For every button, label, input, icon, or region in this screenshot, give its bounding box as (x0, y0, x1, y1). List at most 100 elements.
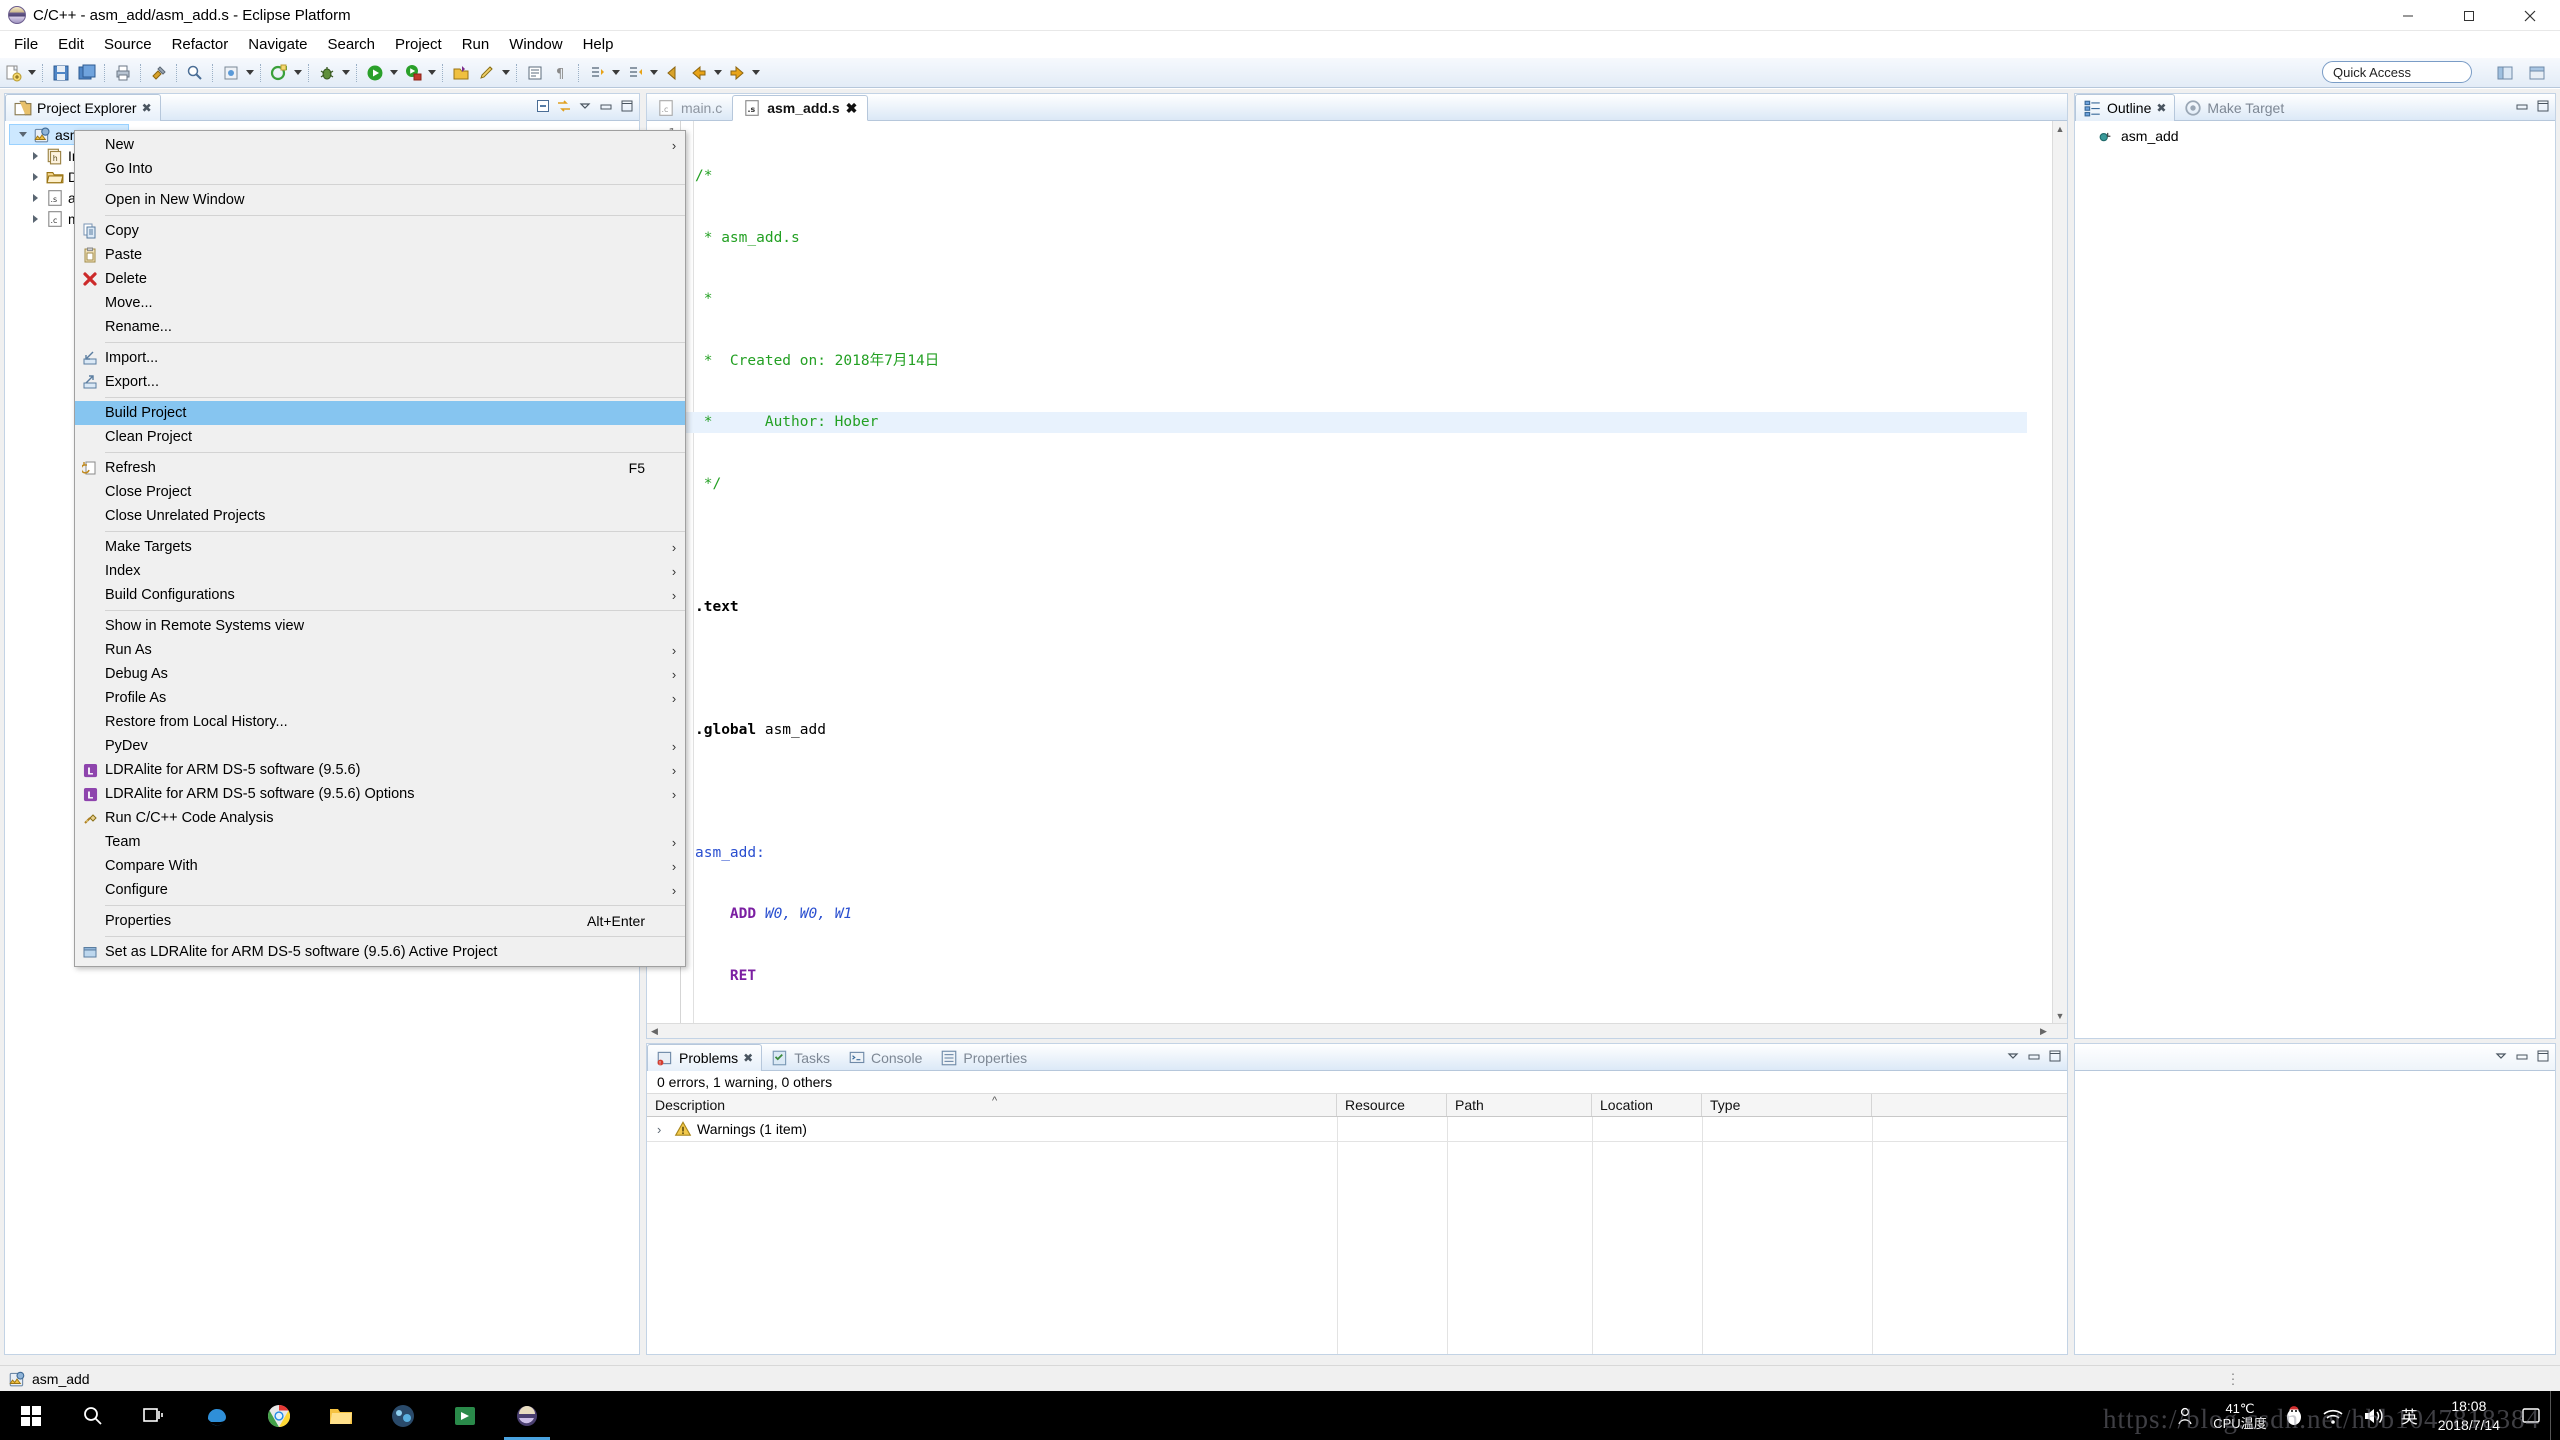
outline-item-asm-add[interactable]: asm_add (2075, 125, 2555, 147)
tab-properties[interactable]: Properties (931, 1044, 1036, 1071)
close-icon[interactable]: ✖ (846, 100, 858, 117)
tab-make-target[interactable]: Make Target (2175, 94, 2293, 121)
scroll-right-icon[interactable]: ▶ (2036, 1024, 2051, 1038)
people-icon[interactable] (2167, 1391, 2205, 1440)
menu-refactor[interactable]: Refactor (162, 33, 239, 56)
ime-indicator[interactable]: 英 (2393, 1391, 2426, 1440)
table-row[interactable]: › Warnings (1 item) (647, 1117, 2067, 1141)
menu-search[interactable]: Search (317, 33, 385, 56)
search-toolbar-icon[interactable] (183, 61, 207, 85)
minimize-view-icon[interactable] (2514, 98, 2530, 114)
open-element-dropdown-icon[interactable] (244, 61, 256, 85)
context-menu-item-build-project[interactable]: Build Project (75, 401, 685, 425)
context-menu-item-paste[interactable]: Paste (75, 243, 685, 267)
virtualbox-icon[interactable] (372, 1391, 434, 1440)
wifi-icon[interactable] (2313, 1391, 2353, 1440)
column-header-description[interactable]: Description ^ (647, 1094, 1337, 1116)
close-button[interactable] (2499, 0, 2560, 31)
new-c-project-dropdown-icon[interactable] (292, 61, 304, 85)
context-menu-item-close-unrelated-projects[interactable]: Close Unrelated Projects (75, 504, 685, 528)
context-menu-item-close-project[interactable]: Close Project (75, 480, 685, 504)
maximize-button[interactable] (2438, 0, 2499, 31)
editor-vertical-scrollbar[interactable]: ▲ ▼ (2052, 121, 2067, 1023)
tab-tasks[interactable]: Tasks (762, 1044, 839, 1071)
file-explorer-icon[interactable] (310, 1391, 372, 1440)
menu-file[interactable]: File (4, 33, 48, 56)
save-icon[interactable] (49, 61, 73, 85)
chrome-icon[interactable] (248, 1391, 310, 1440)
clock[interactable]: 18:08 2018/7/14 (2426, 1397, 2512, 1435)
scroll-down-icon[interactable]: ▼ (2053, 1008, 2067, 1023)
twisty-open-icon[interactable] (16, 128, 29, 141)
edit-pencil-dropdown-icon[interactable] (500, 61, 512, 85)
context-menu-item-restore-from-local-history[interactable]: Restore from Local History... (75, 710, 685, 734)
editor-tab-main-c[interactable]: .c main.c (647, 95, 732, 121)
status-resize-handle[interactable]: ⋮ (2226, 1370, 2240, 1387)
open-perspective-icon[interactable] (449, 61, 473, 85)
edge-icon[interactable] (186, 1391, 248, 1440)
run-icon[interactable] (363, 61, 387, 85)
context-menu-item-ldralite[interactable]: L LDRAlite for ARM DS-5 software (9.5.6)… (75, 758, 685, 782)
minimize-view-icon[interactable] (2026, 1048, 2042, 1064)
prev-annotation-dropdown-icon[interactable] (648, 61, 660, 85)
save-all-icon[interactable] (75, 61, 99, 85)
context-menu-item-run-as[interactable]: Run As › (75, 638, 685, 662)
run-external-dropdown-icon[interactable] (426, 61, 438, 85)
menu-edit[interactable]: Edit (48, 33, 94, 56)
context-menu-item-copy[interactable]: Copy (75, 219, 685, 243)
close-icon[interactable]: ✖ (2156, 101, 2166, 115)
context-menu-item-delete[interactable]: Delete (75, 267, 685, 291)
menu-source[interactable]: Source (94, 33, 162, 56)
context-menu-item-run-code-analysis[interactable]: Run C/C++ Code Analysis (75, 806, 685, 830)
notification-icon[interactable] (2512, 1391, 2550, 1440)
back-history-dropdown-icon[interactable] (712, 61, 724, 85)
start-icon[interactable] (0, 1391, 62, 1440)
maximize-view-icon[interactable] (2047, 1048, 2063, 1064)
menu-help[interactable]: Help (573, 33, 624, 56)
context-menu-item-set-active-project[interactable]: Set as LDRAlite for ARM DS-5 software (9… (75, 940, 685, 964)
editor-tab-asm-add-s[interactable]: .s asm_add.s ✖ (732, 95, 868, 121)
minimize-view-icon[interactable] (598, 98, 614, 114)
next-annotation-dropdown-icon[interactable] (610, 61, 622, 85)
pilcrow-icon[interactable]: ¶ (549, 61, 573, 85)
context-menu-item-index[interactable]: Index › (75, 559, 685, 583)
view-menu-icon[interactable] (577, 98, 593, 114)
quick-access-input[interactable]: Quick Access (2322, 61, 2472, 83)
scroll-left-icon[interactable]: ◀ (647, 1024, 662, 1038)
expand-icon[interactable]: › (657, 1122, 669, 1137)
tab-problems[interactable]: ! Problems ✖ (647, 1044, 762, 1071)
next-annotation-icon[interactable] (585, 61, 609, 85)
back-history-icon[interactable] (687, 61, 711, 85)
tab-outline[interactable]: Outline ✖ (2075, 94, 2175, 121)
context-menu-item-properties[interactable]: Properties Alt+Enter (75, 909, 685, 933)
context-menu-item-debug-as[interactable]: Debug As › (75, 662, 685, 686)
task-view-icon[interactable] (124, 1391, 186, 1440)
show-desktop-button[interactable] (2550, 1391, 2560, 1440)
context-menu-item-go-into[interactable]: Go Into (75, 157, 685, 181)
context-menu-item-profile-as[interactable]: Profile As › (75, 686, 685, 710)
qq-icon[interactable] (2275, 1391, 2313, 1440)
debug-icon[interactable] (315, 61, 339, 85)
show-whitespace-icon[interactable] (523, 61, 547, 85)
forward-dropdown-icon[interactable] (750, 61, 762, 85)
code-editor[interactable]: 1 2 3 4 5 6 7 8 9 10 11 12 13 14 (647, 121, 2067, 1038)
menu-run[interactable]: Run (452, 33, 500, 56)
back-icon[interactable] (661, 61, 685, 85)
context-menu-item-open-in-new-window[interactable]: Open in New Window (75, 188, 685, 212)
twisty-closed-icon[interactable] (29, 149, 42, 162)
eclipse-icon[interactable] (496, 1391, 558, 1440)
context-menu-item-export[interactable]: Export... (75, 370, 685, 394)
context-menu-item-configure[interactable]: Configure › (75, 878, 685, 902)
new-icon[interactable] (1, 61, 25, 85)
context-menu-item-team[interactable]: Team › (75, 830, 685, 854)
collapse-all-icon[interactable] (535, 98, 551, 114)
column-header-type[interactable]: Type (1702, 1094, 1872, 1116)
context-menu-item-pydev[interactable]: PyDev › (75, 734, 685, 758)
context-menu-item-compare-with[interactable]: Compare With › (75, 854, 685, 878)
maximize-view-icon[interactable] (2535, 98, 2551, 114)
edit-pencil-icon[interactable] (475, 61, 499, 85)
run-dropdown-icon[interactable] (388, 61, 400, 85)
volume-icon[interactable] (2353, 1391, 2393, 1440)
context-menu-item-new[interactable]: New › (75, 133, 685, 157)
view-menu-icon[interactable] (2493, 1048, 2509, 1064)
